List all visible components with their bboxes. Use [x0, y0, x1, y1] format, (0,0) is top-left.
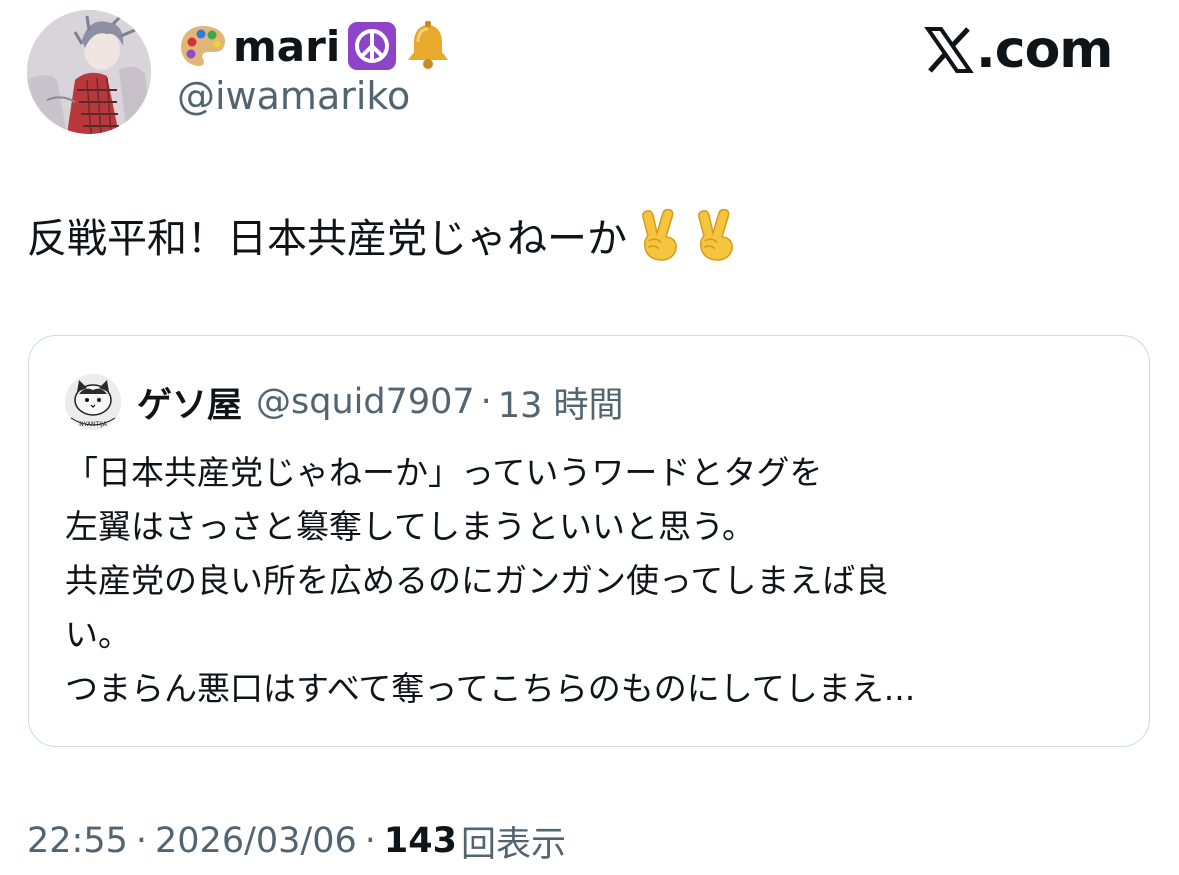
meta-separator: ·: [135, 821, 148, 861]
views-label: 回表示: [460, 824, 566, 865]
x-com-brand: .com: [924, 18, 1114, 82]
quote-body: 「日本共産党じゃねーか」っていうワードとタグを 左翼はさっさと簒奪してしまうとい…: [65, 446, 1115, 716]
tweet-text: 反戦平和！日本共産党じゃねーか: [27, 200, 739, 270]
quote-author-handle[interactable]: @squid7907: [256, 382, 475, 422]
quote-author-name[interactable]: ゲソ屋: [137, 377, 242, 428]
author-name-text: mari: [233, 21, 341, 71]
quoted-post-card[interactable]: NYANTIJA ゲソ屋 @squid7907 · 13 時間 「日本共産党じゃ…: [28, 335, 1150, 747]
quote-author-avatar[interactable]: NYANTIJA: [65, 374, 121, 430]
quote-line: 左翼はさっさと簒奪してしまうといいと思う。: [65, 507, 756, 546]
author-avatar[interactable]: [27, 10, 151, 134]
palette-icon: [177, 20, 229, 72]
tweet-screenshot: mari @iwamariko .com 反戦平和！日本共産党じゃねーか NYA…: [0, 0, 1179, 875]
author-handle[interactable]: @iwamariko: [177, 74, 410, 118]
views-count: 143: [383, 821, 457, 861]
meta-separator: ·: [364, 821, 376, 861]
tweet-text-content: 反戦平和！日本共産党じゃねーか: [27, 216, 627, 262]
quote-line: い。: [65, 615, 131, 654]
x-logo-icon: [924, 25, 974, 75]
peace-symbol-icon: [346, 20, 398, 72]
quote-line: 「日本共産党じゃねーか」っていうワードとタグを: [65, 453, 823, 492]
quote-line: つまらん悪口はすべて奪ってこちらのものにしてしまえ...: [65, 669, 916, 708]
victory-hand-icon: [637, 207, 683, 263]
quote-separator: ·: [480, 382, 492, 422]
author-display-name[interactable]: mari: [177, 16, 458, 76]
bell-icon: [402, 20, 454, 72]
post-time[interactable]: 22:55: [27, 821, 128, 861]
brand-domain-text: .com: [976, 20, 1113, 80]
victory-hand-icon: [693, 207, 739, 263]
post-meta: 22:55 · 2026/03/06 · 143 回表示: [27, 814, 566, 868]
quote-line: 共産党の良い所を広めるのにガンガン使ってしまえば良: [65, 561, 889, 600]
quote-header: ゲソ屋 @squid7907 · 13 時間: [137, 374, 623, 430]
post-date[interactable]: 2026/03/06: [155, 821, 357, 861]
svg-text:NYANTIJA: NYANTIJA: [79, 421, 107, 428]
quote-timestamp[interactable]: 13 時間: [498, 377, 624, 428]
